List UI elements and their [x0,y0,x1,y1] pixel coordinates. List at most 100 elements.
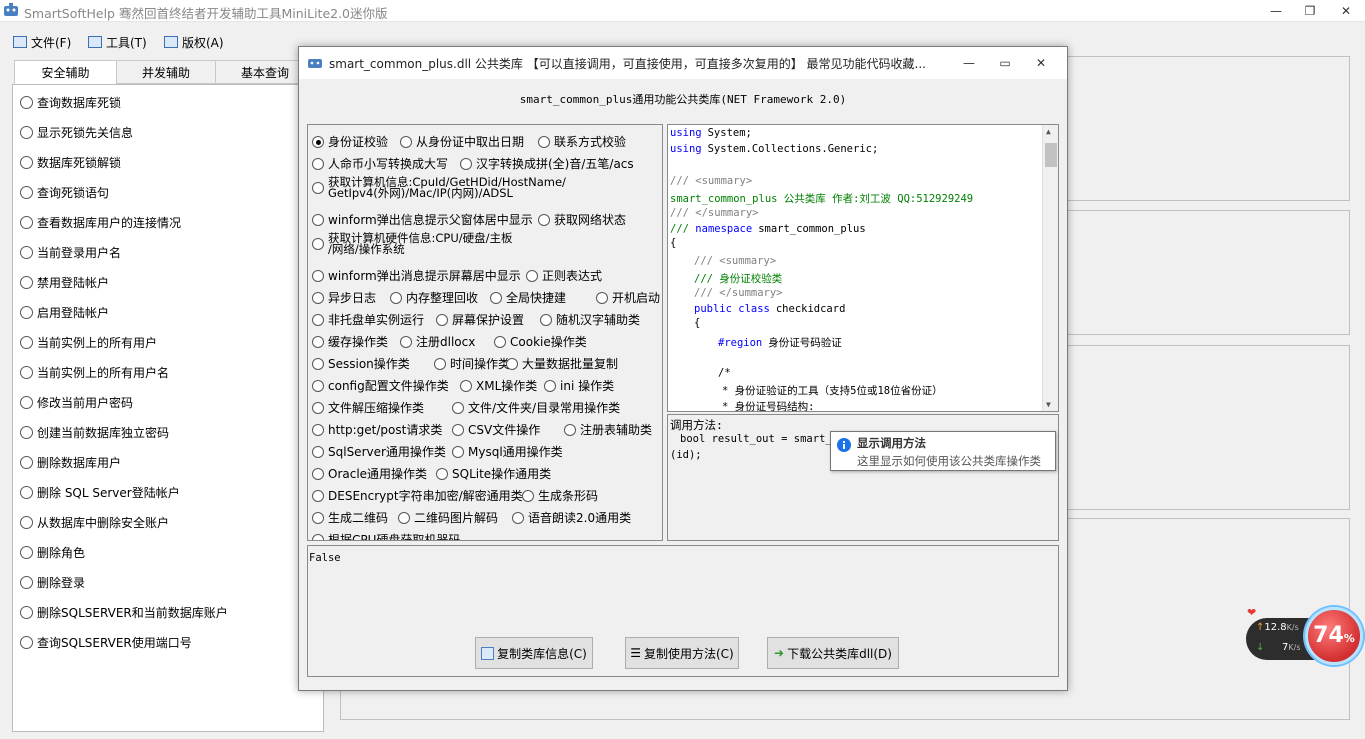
radio-icon[interactable] [506,357,518,370]
function-option-6-3[interactable]: 开机启动 [596,289,660,306]
function-option-11-0[interactable]: 文件解压缩操作类 [312,399,424,416]
left-option-15[interactable]: 删除角色 [20,543,85,561]
radio-icon[interactable] [538,213,550,226]
function-option-10-2[interactable]: ini 操作类 [544,377,614,394]
copy-usage-button[interactable]: ☰ 复制使用方法(C) [625,637,739,669]
function-option-10-0[interactable]: config配置文件操作类 [312,377,449,394]
left-option-0[interactable]: 查询数据库死锁 [20,93,121,111]
left-option-12[interactable]: 删除数据库用户 [20,453,121,471]
function-option-7-2[interactable]: 随机汉字辅助类 [540,311,640,328]
radio-icon[interactable] [20,635,33,649]
radio-icon[interactable] [312,357,324,370]
radio-icon[interactable] [596,291,608,304]
left-option-9[interactable]: 当前实例上的所有用户名 [20,363,169,381]
function-option-13-0[interactable]: SqlServer通用操作类 [312,443,446,460]
radio-icon[interactable] [312,423,324,436]
function-option-8-1[interactable]: 注册dllocx [400,333,475,350]
scroll-up-icon[interactable]: ▲ [1046,127,1051,136]
function-option-9-1[interactable]: 时间操作类 [434,355,510,372]
radio-icon[interactable] [564,423,576,436]
function-option-17-0[interactable]: 根据CPU硬盘获取机器码 [312,531,460,540]
radio-icon[interactable] [20,455,33,469]
menu-copyright[interactable]: 版权(A) [164,33,224,51]
radio-icon[interactable] [20,95,33,109]
radio-icon[interactable] [452,445,464,458]
radio-icon[interactable] [312,489,324,502]
function-option-10-1[interactable]: XML操作类 [460,377,537,394]
function-option-6-1[interactable]: 内存整理回收 [390,289,478,306]
radio-icon[interactable] [526,269,538,282]
radio-icon[interactable] [20,275,33,289]
radio-icon[interactable] [312,335,324,348]
function-option-5-1[interactable]: 正则表达式 [526,267,602,284]
function-option-9-2[interactable]: 大量数据批量复制 [506,355,618,372]
left-option-18[interactable]: 查询SQLSERVER使用端口号 [20,633,192,651]
radio-icon[interactable] [312,157,324,170]
left-option-2[interactable]: 数据库死锁解锁 [20,153,121,171]
menu-tools[interactable]: 工具(T) [88,33,147,51]
dialog-minimize-button[interactable]: — [951,52,987,74]
left-option-4[interactable]: 查看数据库用户的连接情况 [20,213,181,231]
radio-icon[interactable] [312,238,324,250]
radio-icon[interactable] [312,467,324,480]
function-option-9-0[interactable]: Session操作类 [312,355,410,372]
radio-icon[interactable] [460,379,472,392]
radio-icon[interactable] [312,269,324,282]
radio-icon[interactable] [540,313,552,326]
function-option-6-2[interactable]: 全局快捷建 [490,289,566,306]
radio-icon[interactable] [490,291,502,304]
function-option-1-0[interactable]: 人命币小写转换成大写 [312,155,448,172]
function-option-16-1[interactable]: 二维码图片解码 [398,509,498,526]
function-option-5-0[interactable]: winform弹出消息提示屏幕居中显示 [312,267,521,284]
radio-icon[interactable] [20,155,33,169]
tab-security[interactable]: 安全辅助 [14,60,117,85]
radio-icon[interactable] [312,182,324,194]
function-option-16-0[interactable]: 生成二维码 [312,509,388,526]
radio-icon[interactable] [436,467,448,480]
function-option-0-1[interactable]: 从身份证中取出日期 [400,133,524,150]
code-preview[interactable]: using System; using System.Collections.Gene… [667,124,1059,412]
radio-icon[interactable] [20,125,33,139]
radio-icon[interactable] [20,605,33,619]
radio-icon[interactable] [434,357,446,370]
function-option-8-2[interactable]: Cookie操作类 [494,333,587,350]
radio-icon[interactable] [20,425,33,439]
function-option-16-2[interactable]: 语音朗读2.0通用类 [512,509,631,526]
left-option-3[interactable]: 查询死锁语句 [20,183,109,201]
function-option-4-0[interactable]: 获取计算机硬件信息:CPU/硬盘/主板 /网络/操作系统 [312,232,513,255]
radio-icon[interactable] [312,379,324,392]
radio-icon[interactable] [312,445,324,458]
maximize-button[interactable]: ❐ [1292,0,1328,22]
function-option-7-0[interactable]: 非托盘单实例运行 [312,311,424,328]
left-option-7[interactable]: 启用登陆帐户 [20,303,109,321]
function-option-12-1[interactable]: CSV文件操作 [452,421,540,438]
radio-icon[interactable] [436,313,448,326]
radio-icon[interactable] [512,511,524,524]
dialog-close-button[interactable]: ✕ [1023,52,1059,74]
radio-icon[interactable] [312,135,324,148]
radio-icon[interactable] [538,135,550,148]
function-option-3-1[interactable]: 获取网络状态 [538,211,626,228]
radio-icon[interactable] [460,157,472,170]
memory-usage-ball[interactable]: 74% [1305,607,1363,665]
radio-icon[interactable] [312,401,324,414]
radio-icon[interactable] [400,135,412,148]
radio-icon[interactable] [544,379,556,392]
radio-icon[interactable] [312,213,324,226]
radio-icon[interactable] [494,335,506,348]
radio-icon[interactable] [20,365,33,379]
radio-icon[interactable] [20,395,33,409]
radio-icon[interactable] [20,485,33,499]
radio-icon[interactable] [390,291,402,304]
radio-icon[interactable] [452,401,464,414]
left-option-6[interactable]: 禁用登陆帐户 [20,273,109,291]
radio-icon[interactable] [20,575,33,589]
left-option-5[interactable]: 当前登录用户名 [20,243,121,261]
function-option-8-0[interactable]: 缓存操作类 [312,333,388,350]
minimize-button[interactable]: — [1258,0,1294,22]
download-dll-button[interactable]: ➜ 下载公共类库dll(D) [767,637,899,669]
left-option-1[interactable]: 显示死锁先关信息 [20,123,133,141]
left-option-13[interactable]: 删除 SQL Server登陆帐户 [20,483,180,501]
radio-icon[interactable] [312,291,324,304]
dialog-maximize-button[interactable]: ▭ [987,52,1023,74]
